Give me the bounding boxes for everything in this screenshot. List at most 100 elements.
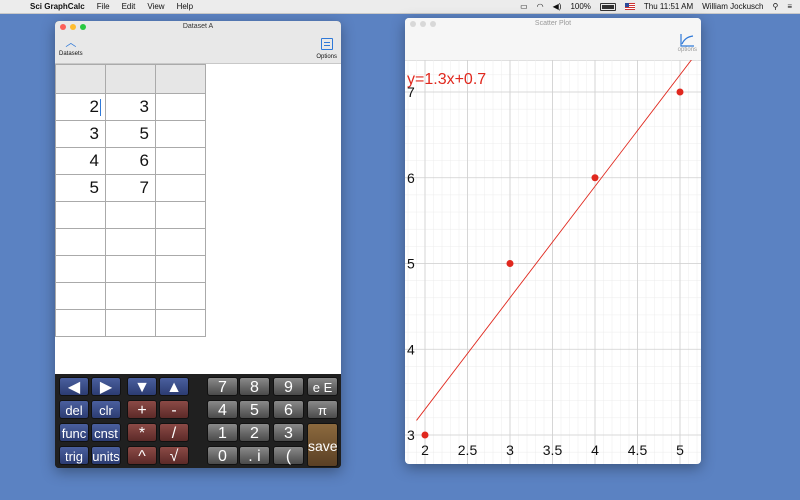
menu-view[interactable]: View — [147, 2, 164, 11]
table-cell[interactable] — [105, 228, 156, 256]
key-row2-3[interactable]: - — [159, 400, 189, 419]
up-arrow-key[interactable]: ▲ — [159, 377, 189, 396]
table-cell[interactable] — [55, 228, 106, 256]
digit-key[interactable]: 3 — [273, 423, 304, 442]
digit-key[interactable]: 1 — [207, 423, 238, 442]
input-source-flag-icon[interactable] — [624, 3, 635, 10]
digit-key[interactable]: 5 — [239, 400, 270, 419]
table-cell[interactable] — [155, 174, 206, 202]
table-cell[interactable] — [155, 228, 206, 256]
table-cell[interactable] — [55, 282, 106, 310]
digit-key[interactable]: 0 — [207, 446, 238, 465]
column-header[interactable] — [155, 64, 206, 94]
minimize-icon[interactable] — [420, 21, 426, 27]
battery-icon[interactable] — [599, 2, 616, 11]
digit-key[interactable]: 7 — [207, 377, 238, 396]
key-row3-3[interactable]: / — [159, 423, 189, 442]
save-button[interactable]: save — [307, 423, 338, 467]
plot-options-button[interactable]: options — [678, 33, 697, 53]
table-cell[interactable] — [55, 201, 106, 229]
window-title: Dataset A — [182, 23, 214, 30]
key-row2-0[interactable]: del — [59, 400, 89, 419]
menu-file[interactable]: File — [97, 2, 110, 11]
table-cell[interactable] — [105, 309, 156, 337]
key-row4-3[interactable]: √ — [159, 446, 189, 465]
table-cell[interactable] — [105, 201, 156, 229]
digit-key[interactable]: ( — [273, 446, 304, 465]
table-cell[interactable] — [155, 255, 206, 283]
table-row — [55, 201, 206, 229]
left-arrow-key[interactable]: ◀ — [59, 377, 89, 396]
y-tick-label: 5 — [407, 256, 415, 272]
spreadsheet: 23354657 — [55, 64, 341, 374]
key-row4-1[interactable]: units — [91, 446, 121, 465]
table-row: 46 — [55, 147, 206, 175]
down-arrow-key[interactable]: ▼ — [127, 377, 157, 396]
scatter-plot[interactable]: 2 2.5 3 3.5 4 4.5 534567y=1.3x+0.7 — [405, 60, 701, 464]
window-controls — [410, 21, 436, 27]
table-cell[interactable]: 5 — [55, 174, 106, 202]
table-cell[interactable]: 4 — [55, 147, 106, 175]
table-cell[interactable] — [155, 147, 206, 175]
table-cell[interactable] — [155, 201, 206, 229]
screen-record-icon[interactable]: ▭ — [520, 2, 528, 11]
menu-help[interactable]: Help — [177, 2, 193, 11]
table-cell[interactable] — [55, 309, 106, 337]
digit-key[interactable]: 9 — [273, 377, 304, 396]
user-name[interactable]: William Jockusch — [702, 2, 763, 11]
app-menu[interactable]: Sci GraphCalc — [30, 2, 85, 11]
table-cell[interactable] — [155, 120, 206, 148]
menu-list-icon[interactable]: ≡ — [787, 2, 792, 11]
table-cell[interactable] — [105, 282, 156, 310]
close-icon[interactable] — [60, 24, 66, 30]
menu-edit[interactable]: Edit — [122, 2, 136, 11]
window-controls — [60, 24, 86, 30]
x-tick-label: 3 — [506, 442, 514, 458]
key-row4-0[interactable]: trig — [59, 446, 89, 465]
table-cell[interactable] — [155, 282, 206, 310]
volume-icon[interactable]: ◀) — [553, 2, 562, 11]
search-icon[interactable]: ⚲ — [772, 2, 778, 11]
minimize-icon[interactable] — [70, 24, 76, 30]
datasets-button[interactable]: ︿ Datasets — [59, 35, 83, 57]
table-cell[interactable] — [105, 255, 156, 283]
menu-list: Sci GraphCalc File Edit View Help — [30, 2, 193, 11]
digit-key[interactable]: 2 — [239, 423, 270, 442]
regression-equation: y=1.3x+0.7 — [407, 71, 486, 88]
options-button[interactable]: Options — [316, 35, 337, 60]
key-row2-1[interactable]: clr — [91, 400, 121, 419]
column-header[interactable] — [55, 64, 106, 94]
digit-key[interactable]: . i — [239, 446, 270, 465]
table-cell[interactable] — [55, 255, 106, 283]
digit-key[interactable]: e E — [307, 377, 338, 396]
key-row3-1[interactable]: cnst — [91, 423, 121, 442]
key-row3-2[interactable]: * — [127, 423, 157, 442]
zoom-icon[interactable] — [80, 24, 86, 30]
key-row2-2[interactable]: + — [127, 400, 157, 419]
table-cell[interactable] — [155, 309, 206, 337]
digit-key[interactable]: 8 — [239, 377, 270, 396]
digit-key[interactable]: π — [307, 400, 338, 419]
digit-key[interactable]: 6 — [273, 400, 304, 419]
right-arrow-key[interactable]: ▶ — [91, 377, 121, 396]
zoom-icon[interactable] — [430, 21, 436, 27]
close-icon[interactable] — [410, 21, 416, 27]
table-cell[interactable] — [155, 93, 206, 121]
options-label: Options — [316, 54, 337, 60]
key-row3-0[interactable]: func — [59, 423, 89, 442]
table-cell[interactable]: 3 — [105, 93, 156, 121]
key-row4-2[interactable]: ^ — [127, 446, 157, 465]
data-point — [421, 431, 429, 439]
table-cell[interactable]: 5 — [105, 120, 156, 148]
table-cell[interactable]: 2 — [55, 93, 106, 121]
battery-label[interactable]: 100% — [570, 2, 590, 11]
status-area: ▭ ◠ ◀) 100% Thu 11:51 AM William Jockusc… — [520, 2, 792, 11]
table-cell[interactable]: 3 — [55, 120, 106, 148]
digit-key[interactable]: 4 — [207, 400, 238, 419]
table-cell[interactable]: 7 — [105, 174, 156, 202]
column-header[interactable] — [105, 64, 156, 94]
wifi-icon[interactable]: ◠ — [537, 2, 544, 11]
clock[interactable]: Thu 11:51 AM — [644, 2, 693, 11]
table-cell[interactable]: 6 — [105, 147, 156, 175]
dataset-titlebar: Dataset A — [55, 21, 341, 33]
